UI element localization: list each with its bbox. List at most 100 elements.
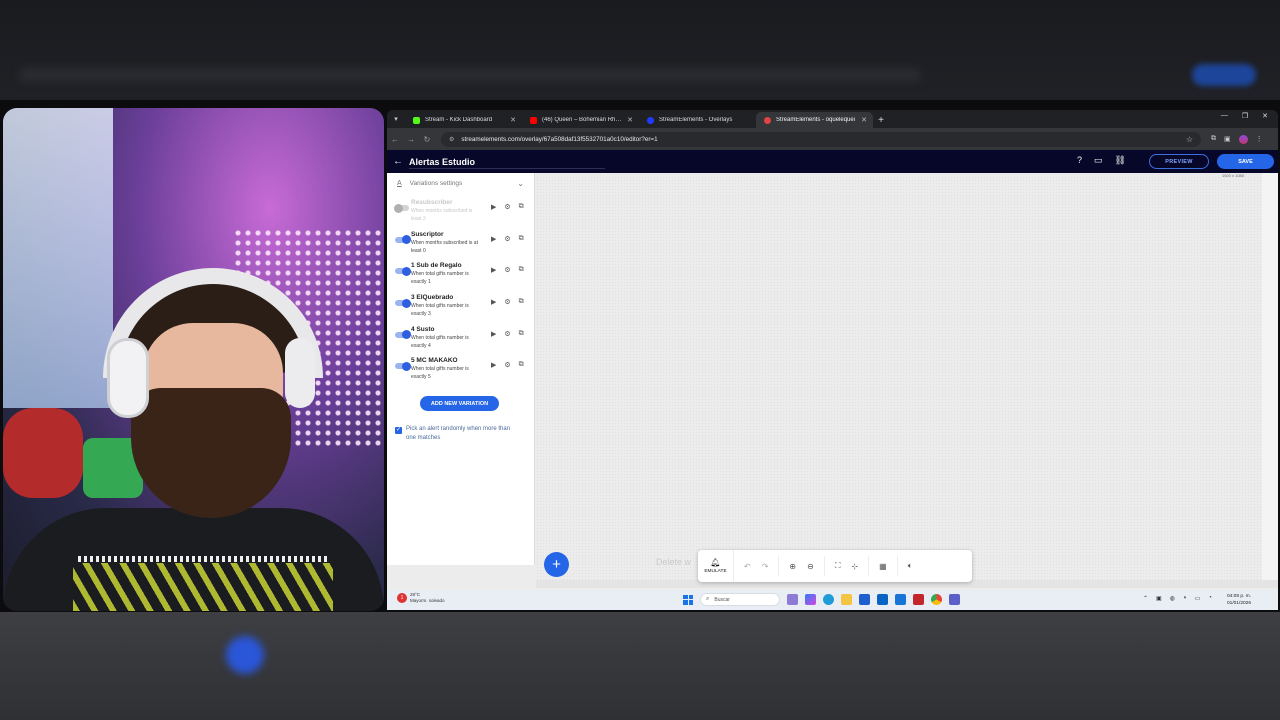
variation-toggle[interactable] <box>395 298 411 308</box>
gear-icon[interactable]: ⚙ <box>504 266 510 274</box>
profile-avatar[interactable] <box>1238 134 1248 144</box>
sidepanel-icon[interactable]: ▣ <box>1224 135 1231 143</box>
url-input[interactable]: ⚙ streamelements.com/overlay/67a508daf13… <box>441 131 1201 147</box>
close-window-icon[interactable]: ✕ <box>1262 112 1268 120</box>
mail-app-icon[interactable] <box>895 594 906 605</box>
copy-icon[interactable]: ⧉ <box>519 361 524 369</box>
window-controls: — ❐ ✕ <box>1221 112 1278 120</box>
gear-icon[interactable]: ⚙ <box>504 235 510 243</box>
help-icon[interactable]: ? <box>1077 155 1082 166</box>
link-icon[interactable]: ⛓ <box>1115 155 1126 166</box>
copy-icon[interactable]: ⧉ <box>519 298 524 306</box>
outlook-app-icon[interactable] <box>877 594 888 605</box>
taskbar-clock[interactable]: 04:08 p. m. 01/01/2026 <box>1227 593 1251 607</box>
gear-icon[interactable]: ⚙ <box>504 203 510 211</box>
variation-toggle[interactable] <box>394 203 409 213</box>
taskbar-search-input[interactable]: ⌕ Buscar <box>700 593 780 606</box>
windows-start-icon[interactable] <box>683 594 693 605</box>
copy-icon[interactable]: ⧉ <box>519 330 524 338</box>
edge-app-icon[interactable] <box>823 594 834 605</box>
play-icon[interactable]: ▶ <box>491 235 496 243</box>
tray-app-icon[interactable]: ▣ <box>1156 595 1162 602</box>
copy-icon[interactable]: ⧉ <box>519 235 524 243</box>
teams-app-icon[interactable] <box>949 594 960 605</box>
add-widget-button[interactable]: + <box>544 552 569 577</box>
extension-icon[interactable]: ⧉ <box>1211 135 1216 143</box>
tab-youtube-queen[interactable]: (46) Queen – Bohemian Rhapso ✕ <box>522 112 639 128</box>
monitor-icon[interactable]: ▭ <box>1094 155 1103 166</box>
search-icon: ⌕ <box>706 596 710 602</box>
tab-search-icon[interactable]: ▾ <box>387 110 405 128</box>
variation-toggle[interactable] <box>395 266 411 276</box>
variation-toggle[interactable] <box>395 361 411 371</box>
restore-icon[interactable]: ❐ <box>1242 112 1248 120</box>
minimize-icon[interactable]: — <box>1221 112 1228 120</box>
webcam-background-wall <box>3 108 113 408</box>
gear-icon[interactable]: ⚙ <box>504 361 510 369</box>
menu-kebab-icon[interactable]: ⋮ <box>1256 135 1263 143</box>
grid-icon[interactable]: ▦ <box>879 562 887 571</box>
zoom-out-icon[interactable]: ⊖ <box>807 562 814 571</box>
tab-close-icon[interactable]: ✕ <box>510 116 516 124</box>
fullscreen-icon[interactable]: ⛶ <box>835 561 841 571</box>
network-icon[interactable]: ◍ <box>1170 595 1175 602</box>
tray-chevron-icon[interactable]: ⌃ <box>1143 595 1148 602</box>
add-new-variation-button[interactable]: ADD NEW VARIATION <box>420 396 499 411</box>
variation-toggle[interactable] <box>395 330 411 340</box>
preview-button[interactable]: PREVIEW <box>1149 154 1209 169</box>
volume-icon[interactable]: 🔈︎ <box>908 561 913 571</box>
variations-settings-header[interactable]: A Variations settings ⌄ <box>387 173 534 193</box>
system-tray: ⌃ ▣ ◍ ◖ ▭ ◔ <box>1143 595 1212 602</box>
tab-streamelements-overlays[interactable]: StreamElements - Overlays <box>639 112 756 128</box>
gear-icon[interactable]: ⚙ <box>504 330 510 338</box>
battery-icon[interactable]: ▭ <box>1195 595 1201 602</box>
site-info-icon[interactable]: ⚙ <box>449 136 454 143</box>
play-icon[interactable]: ▶ <box>491 203 496 211</box>
variation-name: 4 Susto <box>411 325 435 333</box>
variation-item: Suscriptor When months subscribed is at … <box>387 225 534 257</box>
store-app-icon[interactable] <box>859 594 870 605</box>
grid-controls: ▦ <box>869 562 897 571</box>
vertical-scrollbar[interactable] <box>1262 173 1278 583</box>
copilot-app-icon[interactable] <box>805 594 816 605</box>
red-app-icon[interactable] <box>913 594 924 605</box>
fit-screen-icon[interactable]: ⊹ <box>851 562 858 571</box>
forward-icon[interactable]: → <box>403 135 419 144</box>
webcam-plush-toy <box>3 408 83 498</box>
reload-icon[interactable]: ↻ <box>419 135 435 144</box>
back-arrow-icon[interactable]: ← <box>387 156 409 167</box>
widget-app-icon[interactable] <box>787 594 798 605</box>
play-icon[interactable]: ▶ <box>491 266 496 274</box>
redo-icon[interactable]: ↷ <box>762 562 769 571</box>
chrome-app-icon[interactable] <box>931 594 942 605</box>
bookmark-star-icon[interactable]: ☆ <box>1186 135 1193 144</box>
random-pick-checkbox[interactable]: ✓ <box>395 427 402 434</box>
zoom-in-icon[interactable]: ⊕ <box>789 562 796 571</box>
save-button[interactable]: SAVE <box>1217 154 1274 169</box>
notification-icon[interactable]: ◔ <box>1208 595 1212 602</box>
variation-name: 5 MC MAKAKO <box>411 357 458 365</box>
tab-streamelements-editor[interactable]: StreamElements - oquelequei ✕ <box>756 112 873 128</box>
tab-title: Stream - Kick Dashboard <box>425 117 493 123</box>
copy-icon[interactable]: ⧉ <box>519 266 524 274</box>
variation-toggle[interactable] <box>395 235 411 245</box>
undo-icon[interactable]: ↶ <box>744 562 751 571</box>
gear-icon[interactable]: ⚙ <box>504 298 510 306</box>
file-explorer-icon[interactable] <box>841 594 852 605</box>
play-icon[interactable]: ▶ <box>491 330 496 338</box>
tab-close-icon[interactable]: ✕ <box>861 116 867 124</box>
play-icon[interactable]: ▶ <box>491 298 496 306</box>
overlay-canvas[interactable]: 1920 x 1080 <box>536 173 1262 583</box>
volume-icon[interactable]: ◖ <box>1183 595 1187 602</box>
chevron-down-icon[interactable]: ⌄ <box>517 179 524 188</box>
weather-widget[interactable]: 1 28°C Mayorm. soleado <box>397 592 445 604</box>
overlay-title[interactable]: Alertas Estudio <box>409 157 475 167</box>
back-icon[interactable]: ← <box>387 135 403 144</box>
copy-icon[interactable]: ⧉ <box>519 203 524 211</box>
tab-kick-dashboard[interactable]: Stream - Kick Dashboard ✕ <box>405 112 522 128</box>
tab-close-icon[interactable]: ✕ <box>627 116 633 124</box>
new-tab-button[interactable]: + <box>873 112 889 128</box>
variation-condition: When months subscribed is least 2 <box>411 208 473 222</box>
emulate-button[interactable]: 🔔︎ EMULATE <box>698 550 734 582</box>
play-icon[interactable]: ▶ <box>491 361 496 369</box>
